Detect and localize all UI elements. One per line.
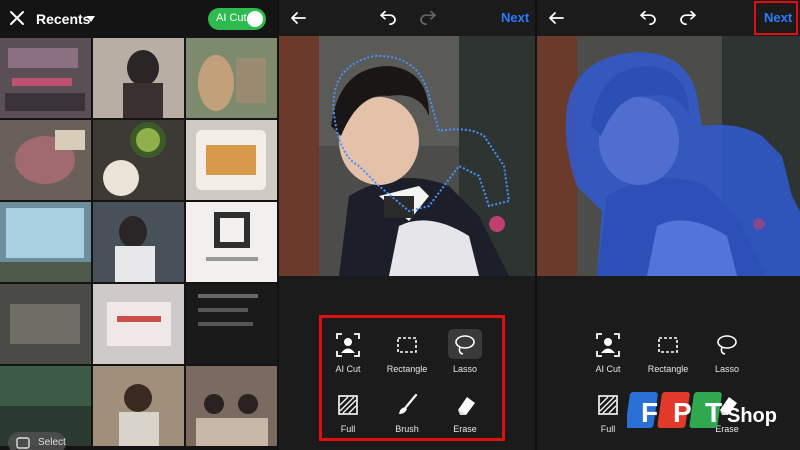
undo-icon[interactable] <box>639 9 657 27</box>
toggle-knob <box>247 11 263 27</box>
rectangle-icon <box>655 332 681 358</box>
ai-cut-toggle[interactable]: AI Cut <box>208 8 266 30</box>
gallery-thumbnail[interactable] <box>186 366 277 446</box>
tool-label: Lasso <box>714 364 740 374</box>
gallery-header: Recents AI Cut <box>0 0 277 38</box>
gallery-thumbnail[interactable] <box>186 284 277 364</box>
highlight-box-tools <box>319 315 505 441</box>
photo-canvas[interactable] <box>279 36 535 276</box>
gallery-thumbnail[interactable] <box>93 366 184 446</box>
portrait-photo-selected <box>537 36 800 276</box>
gallery-thumbnail[interactable] <box>93 202 184 282</box>
gallery-thumbnail[interactable] <box>93 120 184 200</box>
chevron-down-icon[interactable] <box>87 16 95 22</box>
back-arrow-icon[interactable] <box>547 9 565 27</box>
editor-panel-selected: Next AI Cut Rectangle Lasso Full Erase <box>537 0 800 450</box>
fpt-shop-logo: F P T Shop <box>627 392 777 428</box>
photo-grid <box>0 38 277 450</box>
lasso-icon <box>714 332 740 358</box>
gallery-thumbnail[interactable] <box>186 38 277 118</box>
album-title[interactable]: Recents <box>36 11 90 27</box>
photo-canvas[interactable] <box>537 36 800 276</box>
back-arrow-icon[interactable] <box>289 9 307 27</box>
select-icon <box>16 437 30 449</box>
redo-icon[interactable] <box>419 9 437 27</box>
close-icon[interactable] <box>8 9 26 27</box>
gallery-thumbnail[interactable] <box>0 120 91 200</box>
select-label: Select <box>38 437 66 448</box>
logo-letter-p: P <box>673 397 692 428</box>
undo-icon[interactable] <box>379 9 397 27</box>
logo-letter-t: T <box>705 397 722 428</box>
gallery-thumbnail[interactable] <box>93 284 184 364</box>
gallery-thumbnail[interactable] <box>93 38 184 118</box>
logo-letter-f: F <box>641 397 658 428</box>
gallery-panel: Recents AI Cut Select <box>0 0 277 450</box>
full-icon <box>595 392 621 418</box>
editor-header: Next <box>279 0 535 36</box>
tool-lasso[interactable]: Lasso <box>692 332 762 384</box>
logo-shop-text: Shop <box>727 405 777 427</box>
editor-panel-lasso: Next AI Cut Rectangle Lasso Full Brush E… <box>279 0 535 450</box>
editor-header: Next <box>537 0 800 36</box>
redo-icon[interactable] <box>679 9 697 27</box>
gallery-thumbnail[interactable] <box>0 284 91 364</box>
portrait-photo <box>279 36 535 276</box>
gallery-thumbnail[interactable] <box>186 202 277 282</box>
highlight-box-next <box>754 1 798 35</box>
select-button[interactable]: Select <box>8 432 66 450</box>
ai-cut-icon <box>595 332 621 358</box>
ai-cut-toggle-label: AI Cut <box>216 12 247 24</box>
gallery-thumbnail[interactable] <box>0 38 91 118</box>
next-button[interactable]: Next <box>501 10 529 25</box>
gallery-thumbnail[interactable] <box>0 202 91 282</box>
gallery-thumbnail[interactable] <box>186 120 277 200</box>
